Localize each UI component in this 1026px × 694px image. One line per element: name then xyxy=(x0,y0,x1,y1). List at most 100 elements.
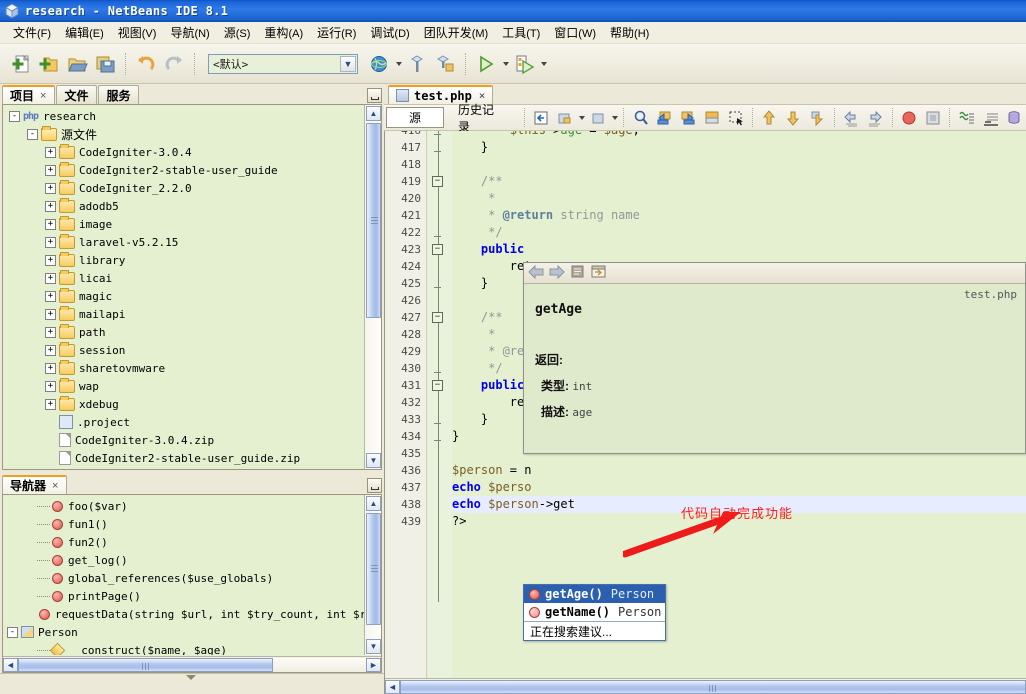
tree-item[interactable]: + magic xyxy=(3,287,364,305)
expand-toggle-icon[interactable]: + xyxy=(45,308,56,320)
tree-item[interactable]: + session xyxy=(3,341,364,359)
find-selection-icon[interactable] xyxy=(629,106,652,129)
expand-toggle-icon[interactable]: + xyxy=(45,362,56,374)
inspect-icon[interactable] xyxy=(1003,106,1026,129)
browser-dropdown-caret-icon[interactable] xyxy=(396,61,402,66)
menu-edit[interactable]: 编辑(E) xyxy=(58,22,111,43)
navigator-item[interactable]: get_log() xyxy=(3,551,364,569)
menu-navigate[interactable]: 导航(N) xyxy=(163,22,216,43)
documentation-popup[interactable]: test.php getAge 返回: 类型: int 描述: age xyxy=(523,262,1026,454)
code-editor[interactable]: 416 417 418 419 420 421 422 423 424 425 426 427 428 4… xyxy=(384,131,1026,694)
save-all-icon[interactable] xyxy=(92,51,118,77)
code-line[interactable]: * @return string name xyxy=(452,207,640,224)
shift-right-icon[interactable] xyxy=(864,106,887,129)
fold-toggle-icon[interactable]: − xyxy=(432,380,443,391)
run-dropdown-caret-icon[interactable] xyxy=(503,61,509,66)
expand-toggle-icon[interactable]: + xyxy=(45,398,56,410)
menu-file[interactable]: 文件(F) xyxy=(6,22,58,43)
collapse-toggle-icon[interactable]: - xyxy=(7,626,18,638)
navigator-item[interactable]: __construct($name, $age) xyxy=(3,641,364,655)
previous-bookmark-icon[interactable] xyxy=(586,106,609,129)
menu-run[interactable]: 运行(R) xyxy=(310,22,363,43)
expand-toggle-icon[interactable]: + xyxy=(45,344,56,356)
fold-toggle-icon[interactable]: − xyxy=(432,312,443,323)
show-doc-icon[interactable] xyxy=(569,264,587,283)
navigator-item[interactable]: global_references($use_globals) xyxy=(3,569,364,587)
shift-line-icon[interactable] xyxy=(806,106,829,129)
view-history-button[interactable]: 历史记录 xyxy=(447,103,517,134)
hscroll-thumb[interactable] xyxy=(18,657,273,672)
code-line[interactable]: */ xyxy=(452,224,502,241)
code-line[interactable]: /** xyxy=(452,173,503,190)
shift-up-icon[interactable] xyxy=(758,106,781,129)
expand-toggle-icon[interactable]: + xyxy=(45,218,56,230)
menu-debug[interactable]: 调试(D) xyxy=(363,22,416,43)
tree-item[interactable]: + adodb5 xyxy=(3,197,364,215)
toggle-breakpoint-icon[interactable] xyxy=(898,106,921,129)
stop-icon[interactable] xyxy=(921,106,944,129)
tree-item[interactable]: + CodeIgniter_2.2.0 xyxy=(3,179,364,197)
tab-files[interactable]: 文件 xyxy=(56,85,98,104)
close-icon[interactable]: × xyxy=(40,90,46,102)
debug-dropdown-caret-icon[interactable] xyxy=(541,61,547,66)
code-line[interactable]: ?> xyxy=(452,513,466,530)
menu-view[interactable]: 视图(V) xyxy=(111,22,164,43)
code-line[interactable]: echo $perso xyxy=(452,479,532,496)
tree-item[interactable]: + image xyxy=(3,215,364,233)
bookmark-dropdown-caret-icon[interactable] xyxy=(579,115,586,120)
close-icon[interactable]: × xyxy=(52,480,58,492)
navigator-hscrollbar[interactable]: ◄ ► xyxy=(3,656,381,672)
bookmark-next-caret-icon[interactable] xyxy=(612,115,619,120)
scroll-right-icon[interactable]: ► xyxy=(366,657,381,672)
uncomment-icon[interactable] xyxy=(979,106,1002,129)
code-line[interactable]: public xyxy=(452,241,524,258)
shift-down-icon[interactable] xyxy=(782,106,805,129)
expand-toggle-icon[interactable]: + xyxy=(45,182,56,194)
expand-toggle-icon[interactable]: + xyxy=(45,164,56,176)
tree-item[interactable]: - php research xyxy=(3,107,364,125)
forward-arrow-icon[interactable] xyxy=(548,264,566,283)
code-line[interactable]: * xyxy=(452,326,495,343)
expand-toggle-icon[interactable]: + xyxy=(45,146,56,158)
tree-item[interactable]: + mailapi xyxy=(3,305,364,323)
menu-refactor[interactable]: 重构(A) xyxy=(257,22,310,43)
code-line[interactable]: public xyxy=(452,377,524,394)
project-config-combo[interactable]: <默认> ▼ xyxy=(208,53,358,74)
toggle-bookmark-icon[interactable] xyxy=(554,106,577,129)
new-project-icon[interactable] xyxy=(36,51,62,77)
scroll-left-icon[interactable]: ◄ xyxy=(385,679,400,694)
build-project-icon[interactable] xyxy=(404,51,430,77)
expand-toggle-icon[interactable]: + xyxy=(45,272,56,284)
tree-item[interactable]: - 源文件 xyxy=(3,125,364,143)
scroll-thumb[interactable] xyxy=(366,513,381,625)
navigator-item[interactable]: printPage() xyxy=(3,587,364,605)
tree-item[interactable]: + laravel-v5.2.15 xyxy=(3,233,364,251)
rectangular-selection-icon[interactable] xyxy=(725,106,748,129)
next-occurrence-icon[interactable] xyxy=(677,106,700,129)
completion-item-getage[interactable]: getAge() Person xyxy=(524,585,665,603)
last-edit-icon[interactable] xyxy=(530,106,553,129)
tab-services[interactable]: 服务 xyxy=(98,85,140,104)
expand-toggle-icon[interactable]: + xyxy=(45,254,56,266)
back-arrow-icon[interactable] xyxy=(527,264,545,283)
navigator-tree[interactable]: foo($var) fun1() fun2() get_log() global_ref… xyxy=(3,495,364,655)
code-line[interactable]: ret xyxy=(452,394,532,411)
tree-item[interactable]: + wap xyxy=(3,377,364,395)
project-tree[interactable]: - php research - 源文件 + CodeIgniter-3.0.4 + CodeI… xyxy=(3,105,364,469)
navigator-item[interactable]: foo($var) xyxy=(3,497,364,515)
tree-item[interactable]: .project xyxy=(3,413,364,431)
navigator-vscrollbar[interactable]: ▲ ▼ xyxy=(364,495,381,655)
menu-help[interactable]: 帮助(H) xyxy=(603,22,656,43)
hscroll-track[interactable] xyxy=(18,657,366,672)
scroll-up-icon[interactable]: ▲ xyxy=(366,106,381,121)
tree-item[interactable]: + CodeIgniter2-stable-user_guide xyxy=(3,161,364,179)
code-line[interactable]: */ xyxy=(452,360,502,377)
code-line[interactable]: $this->age = $age; xyxy=(452,131,640,139)
debug-project-icon[interactable] xyxy=(511,51,537,77)
tree-item[interactable]: + licai xyxy=(3,269,364,287)
navigator-item[interactable]: - Person xyxy=(3,623,364,641)
run-project-icon[interactable] xyxy=(473,51,499,77)
scroll-up-icon[interactable]: ▲ xyxy=(366,496,381,511)
collapse-toggle-icon[interactable]: - xyxy=(9,110,20,122)
toggle-highlight-icon[interactable] xyxy=(701,106,724,129)
